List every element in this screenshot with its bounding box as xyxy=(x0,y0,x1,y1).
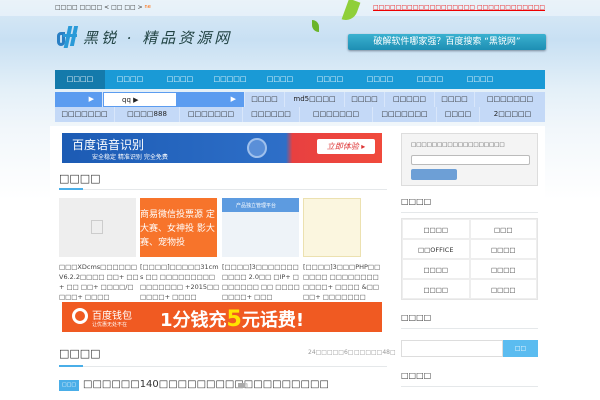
quick-link[interactable]: □□□□□ xyxy=(385,92,435,107)
quick-link[interactable]: □□□□□□□ xyxy=(55,107,115,122)
image-icon xyxy=(238,383,245,388)
category-link[interactable]: □□□□ xyxy=(402,259,470,279)
thumbnail[interactable]: 商易微信投票源 定大赛、女神投 影大赛、宠物投 xyxy=(140,198,217,257)
quick-link[interactable]: □□□□□□□ xyxy=(300,107,373,122)
category-link[interactable]: □□□□ xyxy=(469,259,537,279)
nav-item[interactable]: □□□□ xyxy=(305,70,355,89)
image-placeholder-icon xyxy=(91,220,103,234)
quick-link[interactable]: 2□□□□□ xyxy=(480,107,545,122)
nav-item-home[interactable]: □□□□ xyxy=(55,70,105,89)
section-title: □□□□ xyxy=(59,172,101,185)
ad-try-button[interactable]: 立即体验 ▸ xyxy=(317,139,375,154)
divider xyxy=(401,212,538,213)
thumb-label: 产品独立管理平台 xyxy=(236,203,277,209)
nav-item[interactable]: □□□□ xyxy=(105,70,155,89)
quick-link[interactable]: □□□□ xyxy=(245,92,285,107)
leaf-decoration xyxy=(312,20,319,32)
nav-item[interactable]: □□□□ xyxy=(455,70,505,89)
nav-item[interactable]: □□□□ xyxy=(405,70,455,89)
quick-link[interactable]: ▶ xyxy=(177,92,245,107)
quick-link[interactable]: □□□□□□□ xyxy=(475,92,545,107)
ad-headline-text: 1分钱充 xyxy=(160,310,227,331)
ad-title: 百度语音识别 xyxy=(72,138,145,152)
image-count: 1 xyxy=(238,383,249,390)
section-title: □□□□ xyxy=(59,347,101,360)
baidu-wallet-ad[interactable]: 百度钱包 让优惠无处不在 1分钱充5元话费! xyxy=(62,302,382,332)
thumbnail-placeholder[interactable] xyxy=(59,198,136,257)
category-link[interactable]: □□□□ xyxy=(402,279,470,299)
stat-total: □□□□□48□ xyxy=(354,349,396,356)
login-button[interactable] xyxy=(411,169,457,180)
category-tag[interactable]: □□□ xyxy=(59,380,79,391)
quick-link-qq[interactable]: qq ▶ xyxy=(103,92,177,107)
login-input[interactable] xyxy=(411,155,530,165)
main-nav: □□□□ □□□□ □□□□ □□□□□ □□□□ □□□□ □□□□ □□□□… xyxy=(55,70,545,89)
quick-link[interactable]: ▶ xyxy=(55,92,103,107)
quick-link[interactable]: □□□□ xyxy=(437,107,480,122)
category-link[interactable]: □□OFFICE xyxy=(402,239,470,259)
image-count-value: 1 xyxy=(245,383,249,390)
quick-link[interactable]: □□□□888 xyxy=(115,107,180,122)
wallet-logo-icon xyxy=(72,308,88,324)
site-logo[interactable]: 黑锐 · 精品资源网 xyxy=(55,26,232,48)
sidebar-title: □□□□ xyxy=(401,371,432,380)
divider-accent xyxy=(59,188,83,190)
divider xyxy=(59,189,387,190)
logo-mark-icon xyxy=(55,26,79,48)
stat-today: 24□□□□□6□ xyxy=(308,349,354,356)
thumbnail[interactable] xyxy=(303,198,361,257)
ad-brand: 百度钱包 xyxy=(92,311,132,322)
quick-link[interactable]: md5□□□□ xyxy=(285,92,345,107)
category-grid: □□□□ □□□ □□OFFICE □□□□ □□□□ □□□□ □□□□ □□… xyxy=(401,218,538,300)
category-link[interactable]: □□□□ xyxy=(469,279,537,299)
nav-item[interactable]: □□□□ xyxy=(255,70,305,89)
ad-headline: 1分钱充5元话费! xyxy=(160,306,304,332)
quick-link[interactable]: □□□□□□□ xyxy=(180,107,243,122)
divider xyxy=(401,328,538,329)
item-caption[interactable]: [□□□□]3□□□□□□□□□□□ 2.0□□ □IP+ □□□□□□□ □□… xyxy=(222,262,302,302)
top-links-text[interactable]: □□□□ □□□□ < □□ □□ > xyxy=(55,4,143,11)
category-link[interactable]: □□□ xyxy=(469,219,537,239)
sidebar-title: □□□□ xyxy=(401,313,432,322)
microphone-icon xyxy=(247,138,267,158)
quick-link[interactable]: □□□□□□ xyxy=(243,107,300,122)
quick-links-row-2: □□□□□□□ □□□□888 □□□□□□□ □□□□□□ □□□□□□□ □… xyxy=(55,107,545,122)
ad-headline-five: 5 xyxy=(226,307,242,332)
login-label: □□□□□□□□□□□□□□□□□□ xyxy=(411,142,505,148)
item-caption[interactable]: [□□□□]□□□□□31cms □□ □□□□□□□□□ □□□□□□□ +2… xyxy=(140,262,220,302)
quick-link[interactable]: □□□□ xyxy=(345,92,385,107)
logo-text: 黑锐 · 精品资源网 xyxy=(83,28,233,47)
category-link[interactable]: □□□□ xyxy=(469,239,537,259)
baidu-voice-ad[interactable]: 百度语音识别 安全稳定 精准识别 完全免费 立即体验 ▸ xyxy=(62,133,382,163)
search-button[interactable]: □□ xyxy=(503,340,538,357)
quick-links-row-1: ▶ qq ▶ ▶ □□□□ md5□□□□ □□□□ □□□□□ □□□□ □□… xyxy=(55,92,545,107)
thumbnail[interactable]: 产品独立管理平台 xyxy=(222,198,299,257)
quick-link[interactable]: □□□□ xyxy=(435,92,475,107)
divider xyxy=(401,386,538,387)
nav-item[interactable]: □□□□ xyxy=(155,70,205,89)
top-right-link[interactable]: □□□□□□□□□□□□□□□□□□ □□□□□□□□□□□□ xyxy=(373,4,545,11)
ad-brand-sub: 让优惠无处不在 xyxy=(92,322,128,328)
article-title[interactable]: □□□□□□140□□□□□□□□□□□□□□□□□□ xyxy=(83,379,329,390)
quick-link[interactable]: □□□□□□□ xyxy=(373,107,437,122)
category-link[interactable]: □□□□ xyxy=(402,219,470,239)
item-caption[interactable]: □□□XDcms□□□□□□ V6.2.2□□□□ □□+ □□+ □□ □□+… xyxy=(59,262,139,302)
divider xyxy=(59,366,387,367)
ad-headline-tail: 元话费! xyxy=(241,310,305,331)
top-links[interactable]: □□□□ □□□□ < □□ □□ > ne xyxy=(55,4,151,11)
nav-item[interactable]: □□□□ xyxy=(355,70,405,89)
ad-subtitle: 安全稳定 精准识别 完全免费 xyxy=(92,154,168,161)
login-box: □□□□□□□□□□□□□□□□□□ xyxy=(401,133,538,186)
new-badge: ne xyxy=(144,4,151,10)
sidebar-title: □□□□ xyxy=(401,197,432,206)
nav-item[interactable]: □□□□□ xyxy=(205,70,255,89)
slogan-banner: 破解软件哪家强？百度搜索 “黑锐网” xyxy=(348,34,546,50)
divider-accent xyxy=(59,365,83,367)
search-input[interactable] xyxy=(401,340,503,357)
item-caption[interactable]: [□□□□]3□□□PHP□□□□□□ □□□□□□□□□□□□+ □□□□ &… xyxy=(303,262,383,302)
